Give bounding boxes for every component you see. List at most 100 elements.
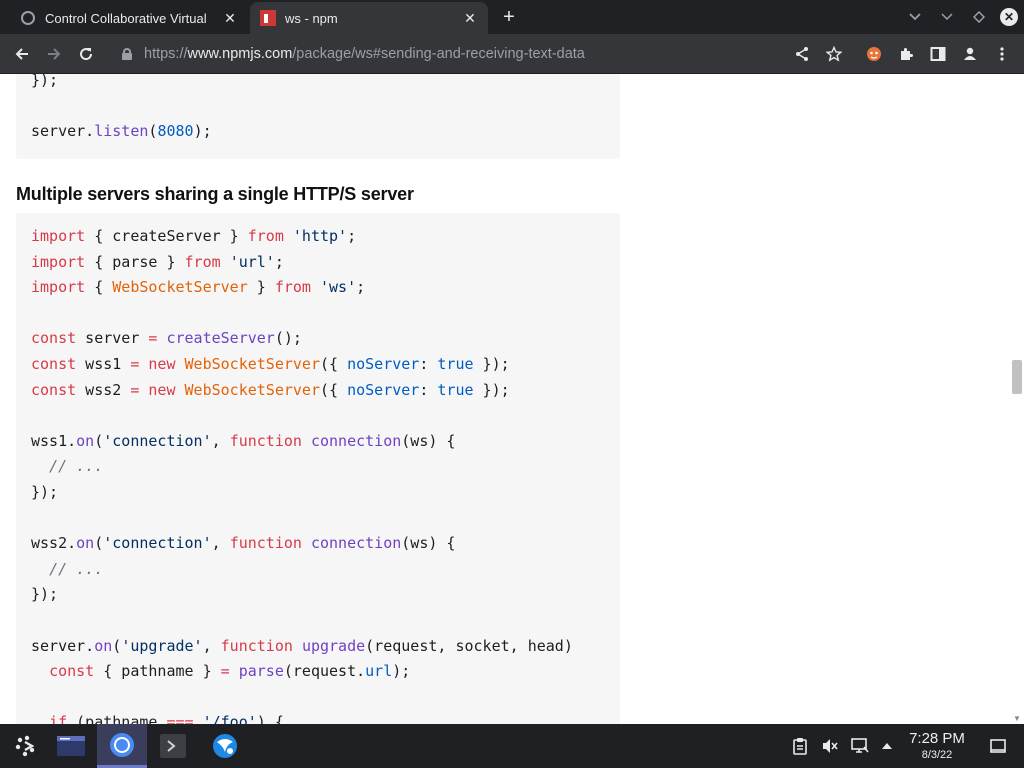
- scrollbar-thumb[interactable]: [1012, 360, 1022, 394]
- code-token: server: [76, 329, 149, 348]
- code-token: noServer: [347, 380, 420, 399]
- code-token: upgrade: [301, 636, 366, 655]
- clipboard-icon[interactable]: [788, 724, 812, 768]
- code-line: });: [16, 480, 620, 506]
- profile-icon[interactable]: [959, 43, 981, 65]
- code-token: true: [437, 354, 474, 373]
- code-token: new: [148, 380, 176, 399]
- vertical-scrollbar[interactable]: ▼: [1010, 74, 1024, 724]
- code-token: wss1: [76, 354, 131, 373]
- network-icon[interactable]: [848, 724, 872, 768]
- tray-expand-icon[interactable]: [877, 724, 897, 768]
- code-token: });: [31, 74, 59, 89]
- url-scheme: https://: [144, 46, 188, 62]
- code-token: function: [229, 534, 302, 553]
- browser-icon[interactable]: [200, 724, 250, 768]
- extension-icon[interactable]: [863, 43, 885, 65]
- terminal-icon[interactable]: [148, 724, 198, 768]
- code-line: if (pathname === '/foo') {: [16, 710, 620, 724]
- code-token: const: [49, 662, 95, 681]
- code-token: (: [112, 636, 122, 655]
- url-path: /package/ws#sending-and-receiving-text-d…: [292, 46, 585, 62]
- window-controls: ✕: [904, 6, 1018, 28]
- code-token: }: [247, 278, 275, 297]
- minimize-icon[interactable]: [936, 6, 958, 28]
- puzzle-icon[interactable]: [895, 43, 917, 65]
- window-close-icon[interactable]: ✕: [1000, 8, 1018, 26]
- tab-control-collaborative[interactable]: Control Collaborative Virtual ✕: [10, 2, 248, 34]
- code-token: 'ws': [320, 278, 357, 297]
- chromium-icon[interactable]: [97, 724, 147, 768]
- close-icon[interactable]: ✕: [222, 10, 238, 26]
- code-token: { createServer }: [85, 227, 248, 245]
- file-manager-icon[interactable]: [46, 724, 96, 768]
- url-host: www.npmjs.com: [187, 46, 293, 62]
- code-line: const { pathname } = parse(request.url);: [16, 659, 620, 685]
- code-token: });: [473, 380, 510, 399]
- clock-date: 8/3/22: [921, 749, 953, 761]
- code-token: 'connection': [103, 534, 212, 553]
- close-icon[interactable]: ✕: [462, 10, 478, 26]
- page-content: }); server.listen(8080); Multiple servers…: [0, 74, 1010, 724]
- code-token: ,: [211, 534, 230, 553]
- maximize-icon[interactable]: [968, 6, 990, 28]
- code-token: server.: [31, 636, 95, 655]
- code-token: 'http': [292, 227, 348, 245]
- code-token: { pathname }: [94, 662, 221, 681]
- launcher-icon[interactable]: [0, 724, 50, 768]
- code-token: (ws) {: [401, 534, 456, 553]
- code-token: :: [419, 354, 438, 373]
- sidepanel-icon[interactable]: [927, 43, 949, 65]
- code-token: from: [274, 278, 311, 297]
- back-icon[interactable]: [10, 42, 34, 66]
- code-token: =: [220, 662, 230, 681]
- tab-search-icon[interactable]: [904, 6, 926, 28]
- tab-ws-npm[interactable]: ws - npm ✕: [250, 2, 488, 34]
- code-token: WebSocketServer: [112, 278, 248, 297]
- code-token: 'url': [229, 252, 275, 271]
- npm-icon: [260, 10, 276, 26]
- share-icon[interactable]: [791, 43, 813, 65]
- show-desktop-icon[interactable]: [986, 724, 1010, 768]
- code-token: new: [148, 354, 176, 373]
- forward-icon[interactable]: [42, 42, 66, 66]
- scroll-down-icon[interactable]: ▼: [1013, 715, 1021, 723]
- address-bar[interactable]: https://www.npmjs.com/package/ws#sending…: [108, 40, 848, 68]
- menu-icon[interactable]: [991, 43, 1013, 65]
- code-token: ();: [274, 329, 302, 348]
- code-line: server.on('upgrade', function upgrade(re…: [16, 634, 620, 660]
- section-heading: Multiple servers sharing a single HTTP/S…: [16, 184, 414, 204]
- code-token: ({: [320, 354, 348, 373]
- code-token: });: [473, 354, 510, 373]
- reload-icon[interactable]: [74, 42, 98, 66]
- code-token: (: [94, 431, 104, 450]
- code-token: listen: [94, 122, 149, 141]
- code-token: connection: [310, 431, 402, 450]
- code-line: // ...: [16, 557, 620, 583]
- lock-icon[interactable]: [122, 48, 132, 60]
- star-icon[interactable]: [823, 43, 845, 65]
- code-token: );: [193, 122, 212, 141]
- code-token: (pathname: [67, 713, 167, 724]
- code-token: { parse }: [85, 252, 185, 271]
- code-token: function: [229, 431, 302, 450]
- browser-toolbar: https://www.npmjs.com/package/ws#sending…: [0, 34, 1024, 74]
- code-token: import: [31, 278, 86, 297]
- code-line: import { createServer } from 'http';: [16, 224, 620, 250]
- volume-muted-icon[interactable]: [818, 724, 842, 768]
- new-tab-button[interactable]: +: [498, 7, 520, 29]
- code-token: (request.: [283, 662, 366, 681]
- code-token: import: [31, 227, 86, 245]
- clock[interactable]: 7:28 PM 8/3/22: [898, 730, 976, 762]
- code-line: import { WebSocketServer } from 'ws';: [16, 275, 620, 301]
